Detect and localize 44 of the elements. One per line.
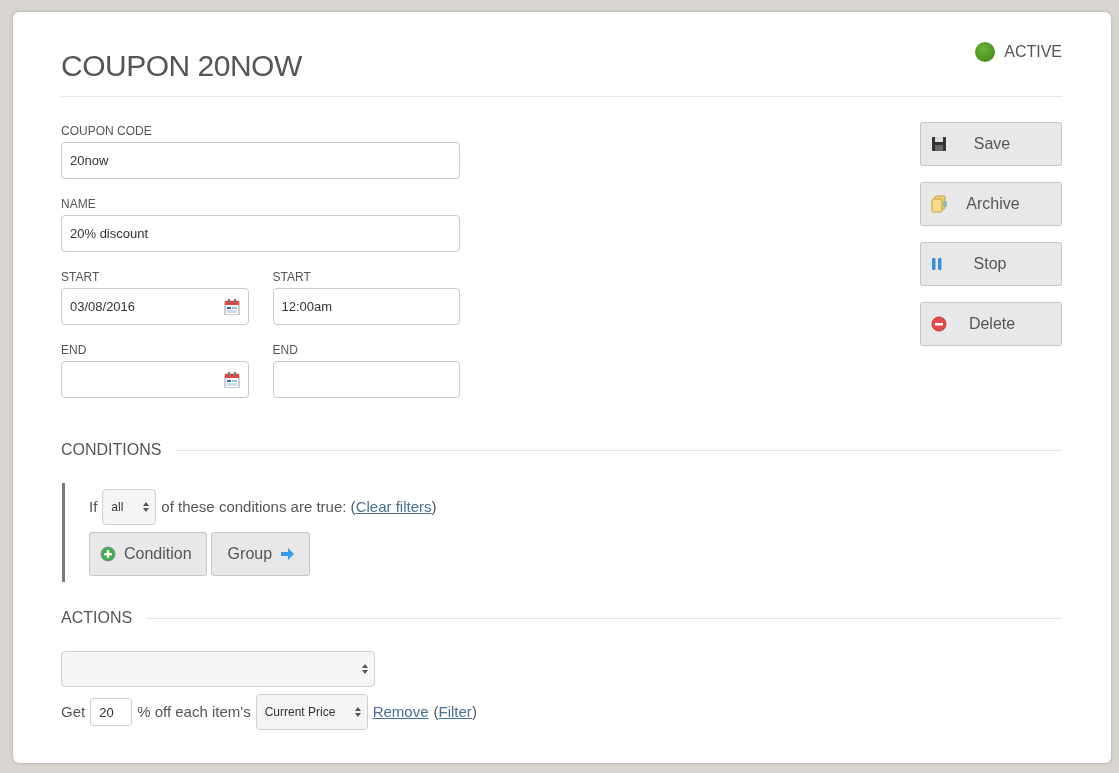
add-button[interactable]: Group xyxy=(210,532,311,576)
amount-field[interactable]: 20 xyxy=(90,698,133,726)
clear-filters-link[interactable]: Clear filters xyxy=(355,497,432,515)
field-label: NAME xyxy=(61,196,96,213)
discount-text: % off each item's xyxy=(137,701,251,722)
text-field[interactable] xyxy=(272,361,460,398)
get-label: Get xyxy=(61,701,86,722)
status-label: ACTIVE xyxy=(1004,42,1062,62)
text-field[interactable]: 20now xyxy=(61,142,460,179)
match-select[interactable]: all xyxy=(102,489,157,525)
filter-link[interactable]: Filter xyxy=(438,702,472,720)
calendar-icon xyxy=(223,298,240,315)
sort-arrows-icon xyxy=(143,502,150,512)
action-button[interactable]: Delete xyxy=(920,302,1062,346)
field-label: END xyxy=(272,342,298,359)
filter-note: (Filter) xyxy=(433,701,477,722)
field-label: START xyxy=(272,269,311,286)
calendar-icon xyxy=(223,371,240,388)
condition-prefix: If xyxy=(89,496,98,517)
action-button[interactable]: Archive xyxy=(920,182,1062,226)
right-arrow-icon xyxy=(280,547,296,561)
page-title: COUPON 20NOW xyxy=(61,48,302,84)
text-field[interactable]: 12:00am xyxy=(272,288,460,325)
field-label: START xyxy=(61,269,100,286)
section-heading: ACTIONS xyxy=(61,608,133,628)
pause-icon xyxy=(931,257,943,271)
sort-arrows-icon xyxy=(362,664,368,674)
date-field[interactable]: 03/08/2016 xyxy=(61,288,249,325)
add-button[interactable]: Condition xyxy=(89,532,207,576)
text-field[interactable]: 20% discount xyxy=(61,215,460,252)
folders-icon xyxy=(931,195,949,213)
field-label: END xyxy=(61,342,87,359)
section-heading: CONDITIONS xyxy=(61,440,162,460)
remove-link[interactable]: Remove xyxy=(372,700,429,724)
field-label: COUPON CODE xyxy=(61,123,152,140)
minus-circle-icon xyxy=(931,316,947,332)
action-button[interactable]: Stop xyxy=(920,242,1062,286)
action-button[interactable]: Save xyxy=(920,122,1062,166)
plus-circle-icon xyxy=(100,546,116,562)
sort-arrows-icon xyxy=(354,707,361,717)
date-field[interactable] xyxy=(61,361,249,398)
price-basis-select[interactable]: Current Price xyxy=(255,694,368,730)
action-select[interactable] xyxy=(61,651,375,687)
condition-sentence: of these conditions are true: (Clear filters) xyxy=(161,496,437,517)
